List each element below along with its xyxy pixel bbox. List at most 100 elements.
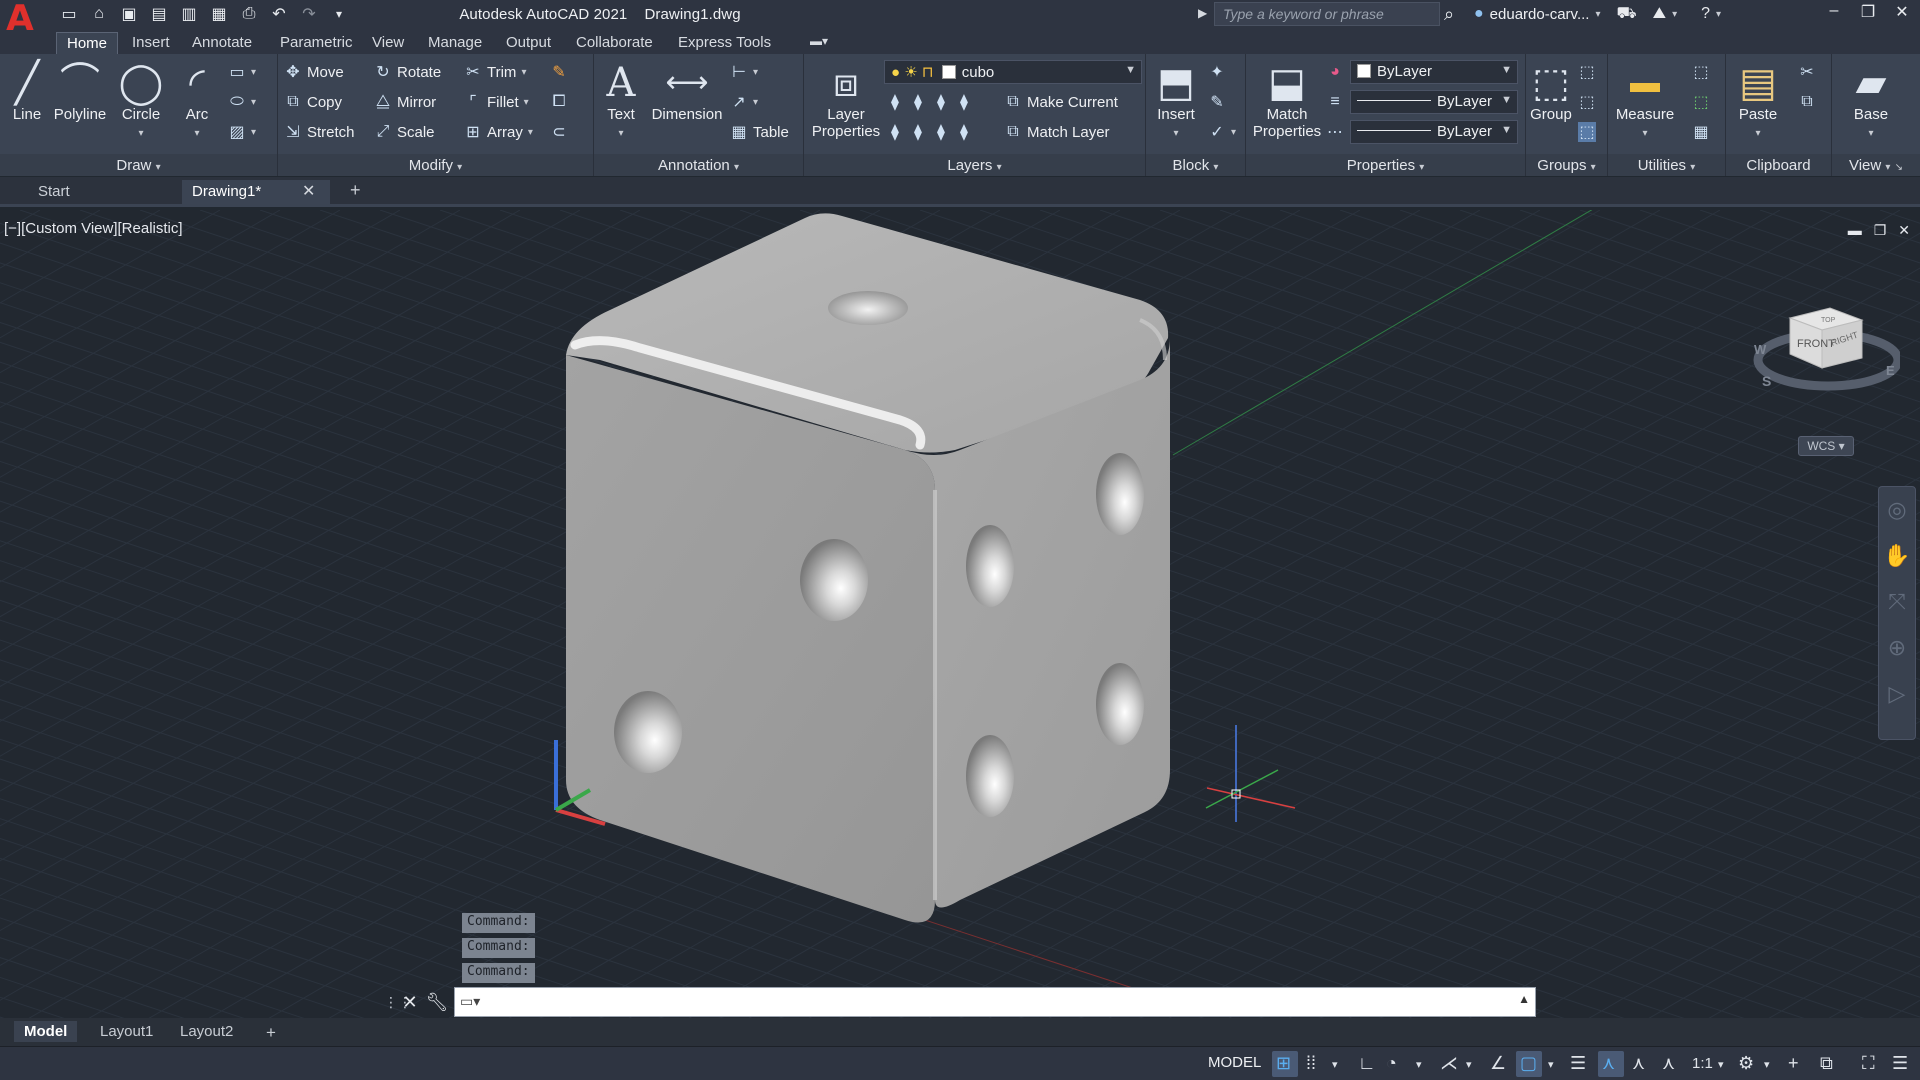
hatch-dropdown-icon[interactable]: ▾ (251, 127, 256, 138)
dice-solid[interactable] (566, 213, 1170, 923)
isolate-objects-icon[interactable]: ⧉ (1820, 1053, 1833, 1074)
isodraft-dropdown-icon[interactable]: ▾ (1466, 1058, 1472, 1071)
lineweight-dropdown[interactable]: ByLayer ▼ (1350, 120, 1518, 144)
base-dropdown-icon[interactable]: ▾ (1868, 128, 1873, 139)
annotation-visibility-icon[interactable]: ⋏ (1632, 1053, 1645, 1074)
selection-cycling-icon[interactable]: ⋏ (1602, 1053, 1615, 1074)
command-close-icon[interactable]: ✕ (398, 992, 422, 1013)
fillet-button[interactable]: ⌜ Fillet ▾ (464, 90, 529, 114)
search-input[interactable]: Type a keyword or phrase (1214, 2, 1440, 26)
line-button[interactable]: ╱ Line (4, 60, 50, 123)
leader-button[interactable]: ↗ ▾ (730, 90, 758, 114)
annotation-scale-value[interactable]: 1:1 (1692, 1055, 1713, 1072)
layer-unlock-all-icon[interactable]: ⧫ (955, 122, 973, 142)
leader-dropdown-icon[interactable]: ▾ (753, 97, 758, 108)
hatch-button[interactable]: ▨ ▾ (228, 120, 256, 144)
add-layout-icon[interactable]: + (256, 1021, 286, 1045)
layer-freeze-icon[interactable]: ⧫ (932, 92, 950, 112)
arc-button[interactable]: ◜ Arc ▾ (172, 60, 222, 140)
move-button[interactable]: ✥ Move (284, 60, 343, 84)
tab-collaborate[interactable]: Collaborate (566, 32, 663, 54)
compass-south-label[interactable]: S (1762, 373, 1771, 389)
cut-button[interactable]: ✂ (1798, 60, 1816, 84)
tab-annotate[interactable]: Annotate (182, 32, 262, 54)
expand-search-icon[interactable]: ▶ (1198, 6, 1207, 20)
paste-dropdown-icon[interactable]: ▾ (1755, 128, 1760, 139)
model-space-button[interactable]: MODEL (1208, 1054, 1261, 1071)
drawing-viewport[interactable]: [−][Custom View][Realistic] ▬ ❐ ✕ FRONT … (0, 210, 1920, 1018)
rectangle-button[interactable]: ▭ ▾ (228, 60, 256, 84)
autoscale-icon[interactable]: ⋏ (1662, 1053, 1675, 1074)
layer-thaw-all-icon[interactable]: ⧫ (932, 122, 950, 142)
layer-unisolate-icon[interactable]: ⧫ (886, 122, 904, 142)
clipboard-panel-title[interactable]: Clipboard (1726, 154, 1831, 176)
circle-button[interactable]: ◯ Circle ▾ (112, 60, 170, 140)
draw-panel-title[interactable]: Draw ▾ (0, 154, 277, 176)
wcs-menu-button[interactable]: WCS ▾ (1798, 436, 1854, 456)
annotation-panel-title[interactable]: Annotation ▾ (594, 154, 803, 176)
polar-tracking-icon[interactable]: ◔ (1386, 1053, 1397, 1074)
tab-view[interactable]: View (362, 32, 414, 54)
match-properties-button[interactable]: ⬓ Match Properties (1250, 60, 1324, 140)
array-button[interactable]: ⊞ Array ▾ (464, 120, 533, 144)
table-button[interactable]: ▦ Table (730, 120, 788, 144)
measure-dropdown-icon[interactable]: ▾ (1642, 128, 1647, 139)
tab-home[interactable]: Home (56, 32, 119, 54)
workspace-gear-icon[interactable]: ⚙ (1738, 1053, 1754, 1074)
viewport-restore-icon[interactable]: ❐ (1874, 222, 1887, 239)
base-button[interactable]: ▰ Base ▾ (1844, 60, 1898, 140)
arc-dropdown-icon[interactable]: ▾ (194, 128, 199, 139)
app-menu-chevron-icon[interactable]: ▾ (1672, 9, 1677, 20)
mirror-button[interactable]: ⧋ Mirror (374, 90, 436, 114)
help-menu-chevron-icon[interactable]: ▾ (1716, 9, 1721, 20)
tab-express-tools[interactable]: Express Tools (668, 32, 781, 54)
workspace-dropdown-icon[interactable]: ▾ (1764, 1058, 1770, 1071)
orbit-icon[interactable]: ⊕ (1879, 625, 1915, 671)
cart-icon[interactable]: ⛟ (1616, 4, 1636, 24)
groups-panel-title[interactable]: Groups ▾ (1526, 154, 1607, 176)
command-prompt-icon[interactable]: ▭▾ (460, 993, 480, 1010)
modify-panel-title[interactable]: Modify ▾ (278, 154, 593, 176)
linear-dim-dropdown-icon[interactable]: ▾ (753, 67, 758, 78)
layer-properties-button[interactable]: ⧈ Layer Properties (808, 60, 884, 140)
circle-dropdown-icon[interactable]: ▾ (138, 128, 143, 139)
osnap-dropdown-icon[interactable]: ▾ (1548, 1058, 1554, 1071)
edit-block-button[interactable]: ✎ (1208, 90, 1226, 114)
calculator-button[interactable]: ▦ (1692, 120, 1710, 144)
ungroup-button[interactable]: ⬚ (1578, 60, 1596, 84)
snap-dropdown-icon[interactable]: ▾ (1332, 1058, 1338, 1071)
command-line-grip-icon[interactable]: ⋮⋮ (384, 994, 412, 1011)
paste-button[interactable]: ▤ Paste ▾ (1730, 60, 1786, 140)
object-snap-tracking-icon[interactable]: ∠ (1490, 1053, 1506, 1074)
tab-start[interactable]: Start (28, 180, 178, 206)
compass-east-label[interactable]: E (1886, 363, 1895, 378)
insert-dropdown-icon[interactable]: ▾ (1173, 128, 1178, 139)
fillet-dropdown-icon[interactable]: ▾ (524, 97, 529, 108)
tab-layout1[interactable]: Layout1 (90, 1021, 163, 1042)
customize-status-icon[interactable]: ☰ (1892, 1053, 1908, 1074)
help-icon[interactable]: ? (1701, 5, 1710, 23)
make-current-button[interactable]: ⧉ Make Current (1004, 90, 1118, 114)
linetype-dropdown[interactable]: ByLayer ▼ (1350, 90, 1518, 114)
viewcube[interactable]: FRONT RIGHT TOP S W E (1750, 280, 1900, 400)
search-icon[interactable]: ⌕ (1444, 4, 1454, 25)
group-selection-button[interactable]: ⬚ (1578, 120, 1596, 144)
viewcube-top-label[interactable]: TOP (1821, 317, 1836, 324)
attribute-dropdown-icon[interactable]: ▾ (1231, 127, 1236, 138)
steering-wheel-icon[interactable]: ◎ (1879, 487, 1915, 533)
minimize-icon[interactable]: – (1824, 2, 1844, 26)
layers-panel-title[interactable]: Layers ▾ (804, 154, 1145, 176)
tab-output[interactable]: Output (496, 32, 561, 54)
properties-panel-title[interactable]: Properties ▾ (1246, 154, 1525, 176)
block-panel-title[interactable]: Block ▾ (1146, 154, 1245, 176)
utilities-panel-title[interactable]: Utilities ▾ (1608, 154, 1725, 176)
stretch-button[interactable]: ⇲ Stretch (284, 120, 354, 144)
text-dropdown-icon[interactable]: ▾ (618, 128, 623, 139)
copy-button[interactable]: ⧉ Copy (284, 90, 342, 114)
create-block-button[interactable]: ✦ (1208, 60, 1226, 84)
user-menu-chevron-icon[interactable]: ▾ (1595, 9, 1600, 20)
linetype-icon[interactable]: ⋯ (1326, 120, 1344, 144)
trim-button[interactable]: ✂ Trim ▾ (464, 60, 526, 84)
explode-button[interactable]: ⧠ (550, 90, 568, 114)
insert-button[interactable]: ⬒ Insert ▾ (1150, 60, 1202, 140)
